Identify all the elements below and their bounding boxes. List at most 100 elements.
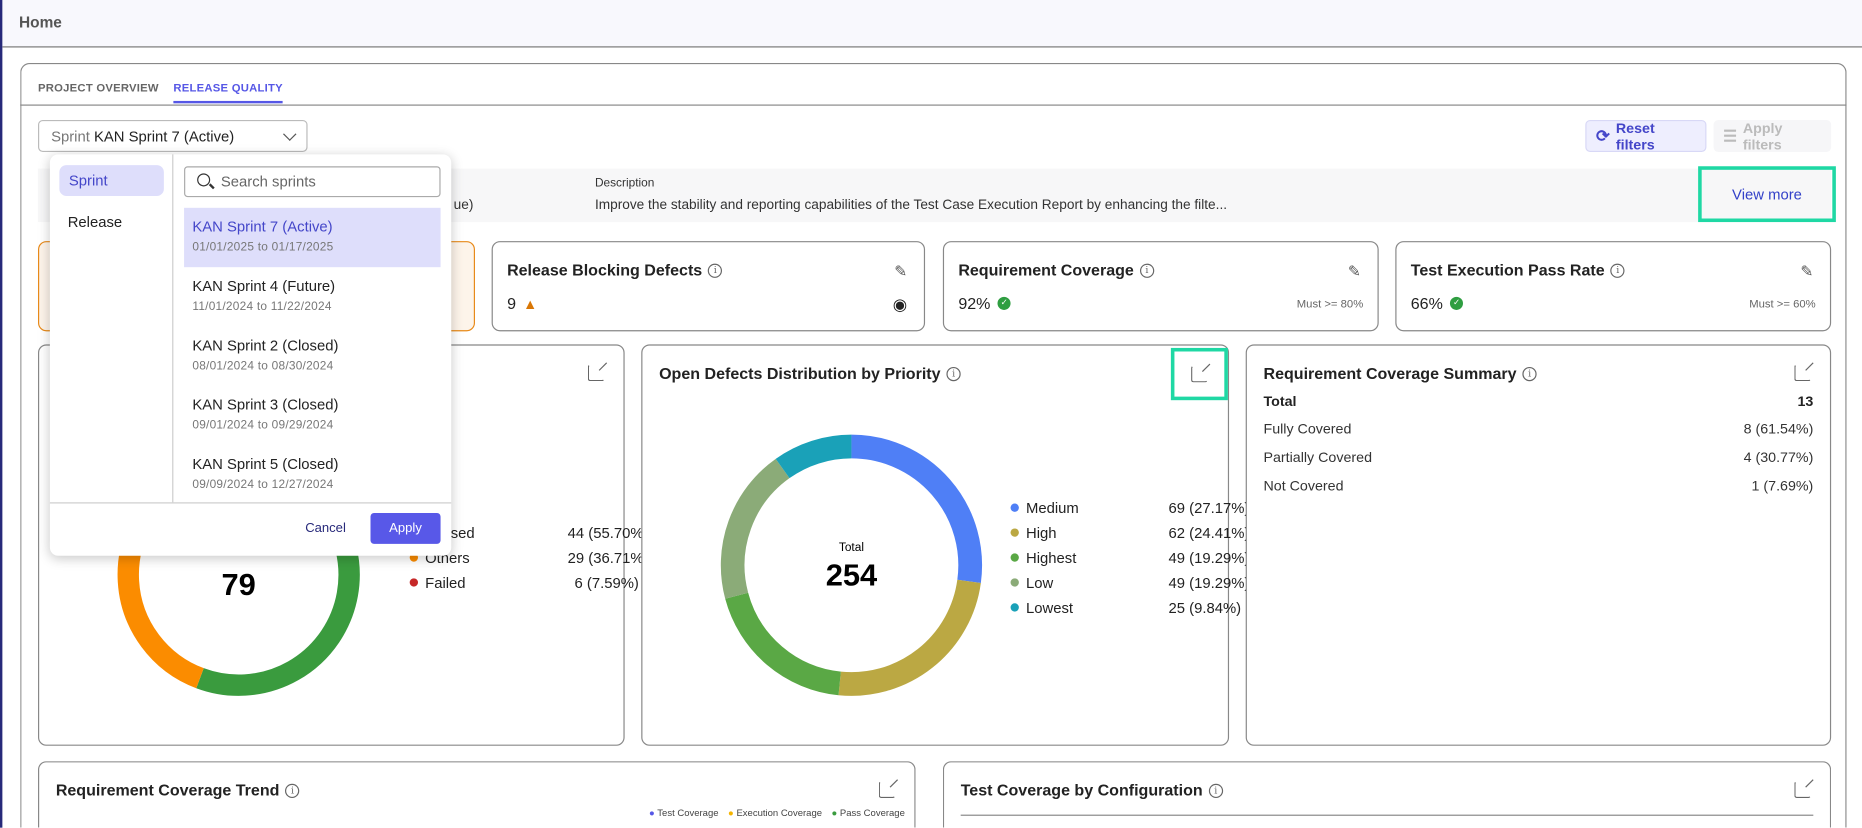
legend-value: 6 (7.59%): [574, 574, 639, 591]
donut-slice-highest[interactable]: [725, 592, 842, 696]
kpi-value: 92%: [958, 294, 991, 313]
tab-release-quality[interactable]: RELEASE QUALITY: [173, 82, 283, 104]
defects-legend: Medium 69 (27.17%) High 62 (24.41%) Highest 4…: [1010, 495, 1250, 620]
legend-item: ● Test Coverage: [649, 807, 719, 819]
refresh-icon: ⟳: [1596, 125, 1610, 145]
legend-dot: [409, 578, 418, 587]
sprint-option[interactable]: KAN Sprint 7 (Active) 01/01/2025 to 01/17…: [184, 207, 441, 268]
chart-title: Requirement Coverage Summary: [1263, 364, 1517, 383]
donut-slice-lowest[interactable]: [775, 434, 852, 479]
donut-slice-high[interactable]: [838, 579, 981, 696]
cancel-button[interactable]: Cancel: [305, 521, 346, 535]
highlight-external-link: [1170, 347, 1228, 401]
info-icon[interactable]: i: [708, 263, 723, 278]
eye-icon[interactable]: ◉: [893, 295, 908, 315]
legend-dot: [1010, 603, 1019, 612]
type-list: Sprint Release: [50, 154, 174, 503]
tab-project-overview[interactable]: PROJECT OVERVIEW: [38, 82, 159, 101]
description-text: Improve the stability and reporting capa…: [594, 198, 1228, 213]
sliders-icon: ☰: [1723, 126, 1737, 145]
summary-row: Not Covered 1 (7.69%): [1264, 477, 1814, 494]
sprint-info-fragment: ue): [453, 198, 474, 213]
info-icon[interactable]: i: [1208, 783, 1223, 798]
edit-pen-icon[interactable]: ✎: [1348, 262, 1361, 281]
sprint-dates: 08/01/2024 to 08/30/2024: [192, 359, 334, 373]
row-label: Partially Covered: [1263, 448, 1373, 466]
search-sprints-input[interactable]: Search sprints: [184, 166, 441, 198]
type-sprint[interactable]: Sprint: [59, 165, 164, 196]
legend-item: ● Execution Coverage: [728, 807, 823, 819]
chart-title: Test Coverage by Configuration: [960, 781, 1203, 800]
apply-button[interactable]: Apply: [370, 513, 441, 544]
summary-row: Fully Covered 8 (61.54%): [1264, 420, 1814, 437]
legend-item: Failed 6 (7.59%): [409, 570, 639, 595]
edit-pen-icon[interactable]: ✎: [1800, 262, 1813, 281]
kpi-title: Test Execution Pass Rate: [1410, 261, 1605, 280]
legend-item: Highest 49 (19.29%): [1010, 545, 1250, 570]
legend-label: Highest: [1026, 549, 1077, 566]
sprint-option[interactable]: KAN Sprint 5 (Closed) 09/09/2024 to 12/27…: [184, 445, 441, 504]
test-coverage-by-configuration-card: Test Coverage by Configuration i: [942, 761, 1832, 828]
sprint-dates: 09/09/2024 to 12/27/2024: [192, 478, 334, 492]
select-value: KAN Sprint 7 (Active): [93, 128, 235, 145]
legend-dot: [1010, 578, 1019, 587]
summary-row-total: Total 13: [1264, 393, 1814, 410]
legend-item: Lowest 25 (9.84%): [1010, 595, 1242, 620]
apply-label: Apply filters: [1742, 119, 1783, 153]
tab-divider: [20, 104, 1847, 106]
legend-value: 44 (55.70%): [567, 524, 649, 541]
legend-value: 29 (36.71%): [567, 549, 649, 566]
info-icon[interactable]: i: [1522, 366, 1537, 381]
legend-label: Execution Coverage: [736, 807, 823, 819]
row-label: Fully Covered: [1263, 420, 1352, 437]
legend-value: 49 (19.29%): [1168, 549, 1250, 566]
kpi-test-execution-pass-rate: Test Execution Pass Rate i ✎ 66% ✓ Must >=…: [1395, 241, 1832, 332]
legend-value: 25 (9.84%): [1168, 599, 1242, 616]
legend-dot: [1010, 503, 1019, 512]
kpi-title: Release Blocking Defects: [507, 261, 703, 280]
reset-filters-button[interactable]: ⟳ Reset filters: [1585, 119, 1707, 153]
center-value: 79: [222, 567, 256, 602]
external-link-icon[interactable]: [878, 781, 896, 798]
legend-value: 62 (24.41%): [1168, 524, 1250, 541]
sprint-option[interactable]: KAN Sprint 2 (Closed) 08/01/2024 to 08/30…: [184, 327, 441, 386]
row-value: 4 (30.77%): [1743, 448, 1814, 466]
open-defects-chart-card: Open Defects Distribution by Priority i T…: [641, 344, 1249, 746]
edit-pen-icon[interactable]: ✎: [894, 262, 907, 281]
page-title: Home: [19, 13, 62, 31]
sprint-select[interactable]: Sprint KAN Sprint 7 (Active): [38, 119, 308, 152]
sprint-name: KAN Sprint 5 (Closed): [192, 456, 339, 473]
external-link-icon[interactable]: [1794, 364, 1811, 382]
summary-row: Partially Covered 4 (30.77%): [1264, 449, 1814, 466]
row-value: 8 (61.54%): [1743, 420, 1814, 437]
trend-legend: ● Test Coverage ● Execution Coverage ● P…: [649, 808, 905, 819]
sprint-option[interactable]: KAN Sprint 4 (Future) 11/01/2024 to 11/22…: [184, 267, 441, 326]
sprint-dates: 09/01/2024 to 09/29/2024: [192, 419, 334, 433]
view-more-link[interactable]: View more: [1698, 166, 1836, 223]
legend-label: Test Coverage: [657, 807, 719, 819]
kpi-title: Requirement Coverage: [958, 261, 1134, 280]
info-icon[interactable]: i: [1610, 263, 1625, 278]
apply-filters-button[interactable]: ☰ Apply filters: [1713, 119, 1832, 153]
info-icon[interactable]: i: [1139, 263, 1155, 278]
sprint-dates: 11/01/2024 to 11/22/2024: [192, 300, 332, 314]
legend-label: Lowest: [1026, 599, 1074, 616]
type-release[interactable]: Release: [68, 214, 122, 231]
sprint-name: KAN Sprint 4 (Future): [192, 277, 336, 295]
search-icon: [197, 173, 211, 187]
donut-slice-low[interactable]: [720, 458, 790, 599]
sprint-option[interactable]: KAN Sprint 3 (Closed) 09/01/2024 to 09/29…: [184, 386, 441, 445]
legend-value: 69 (27.17%): [1168, 499, 1250, 516]
dropdown-footer-divider: [49, 502, 452, 504]
kpi-release-blocking-defects: Release Blocking Defects i ✎ 9 ▲ ◉: [491, 241, 926, 332]
external-link-icon[interactable]: [1794, 781, 1811, 798]
legend-dot: [1010, 528, 1019, 537]
kpi-requirement-coverage: Requirement Coverage i ✎ 92% ✓ Must >= 80%: [942, 241, 1379, 332]
description-label: Description: [594, 176, 655, 190]
center-label: Total: [839, 540, 864, 554]
sprint-name: KAN Sprint 3 (Closed): [192, 396, 339, 414]
info-icon[interactable]: i: [285, 783, 300, 798]
legend-item: Low 49 (19.29%): [1010, 570, 1249, 595]
check-circle-icon: ✓: [997, 296, 1011, 310]
search-placeholder: Search sprints: [220, 173, 316, 190]
